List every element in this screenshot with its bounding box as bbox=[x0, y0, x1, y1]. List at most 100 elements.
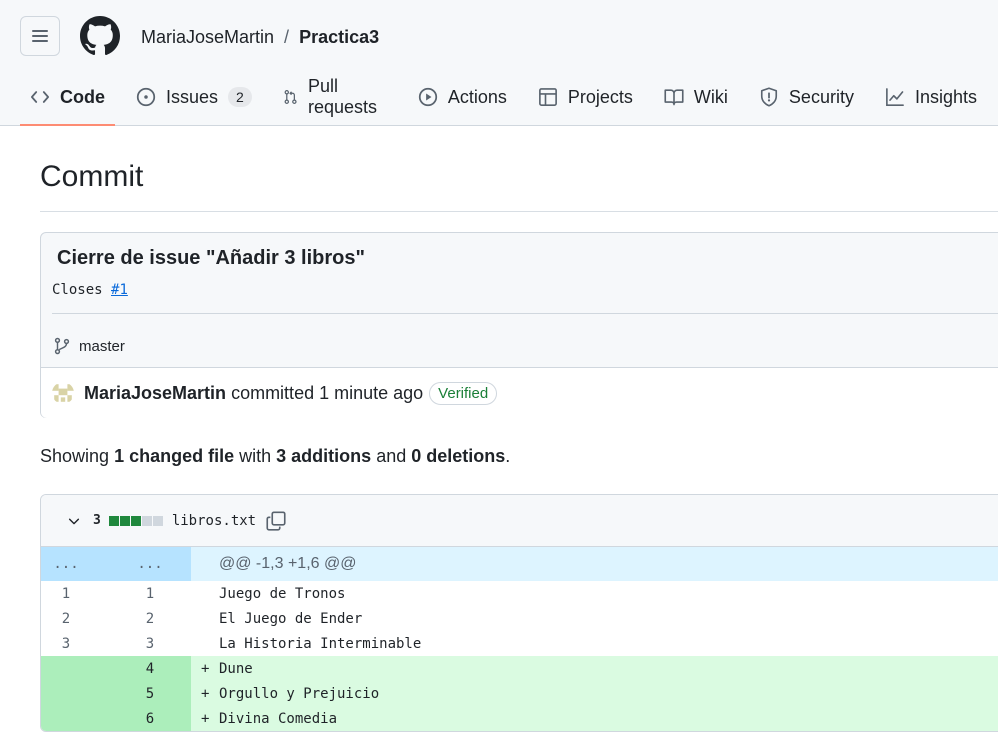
diff-line-row: 6 + Divina Comedia bbox=[41, 706, 998, 731]
diff-line-text: Divina Comedia bbox=[219, 710, 338, 727]
commit-action: committed bbox=[231, 382, 315, 403]
code-icon bbox=[31, 91, 49, 103]
branch-name[interactable]: master bbox=[79, 338, 125, 355]
title-divider bbox=[40, 211, 998, 212]
tab-pull-requests[interactable]: Pull requests bbox=[273, 76, 397, 118]
new-line-number[interactable]: 1 bbox=[91, 581, 191, 606]
tab-projects[interactable]: Projects bbox=[528, 76, 643, 118]
hamburger-menu-button[interactable] bbox=[20, 16, 60, 56]
diff-line-code: Juego de Tronos bbox=[191, 581, 998, 606]
issue-opened-icon bbox=[136, 87, 156, 107]
page-title: Commit bbox=[40, 160, 144, 193]
diff-line-text: El Juego de Ender bbox=[219, 610, 363, 627]
repo-header: MariaJoseMartin / Practica3 Code Issues … bbox=[0, 0, 998, 126]
summary-with: with bbox=[239, 446, 272, 466]
diff-line-code: + Dune bbox=[191, 656, 998, 681]
tab-code-label: Code bbox=[60, 86, 105, 107]
repo-nav-tabs: Code Issues 2 Pull requests Actions Proj… bbox=[20, 76, 998, 126]
breadcrumb: MariaJoseMartin / Practica3 bbox=[141, 26, 379, 48]
copy-icon[interactable] bbox=[266, 510, 286, 531]
shield-icon bbox=[760, 87, 777, 107]
hunk-expand-left[interactable]: ... bbox=[41, 547, 91, 581]
tab-insights-label: Insights bbox=[914, 86, 977, 107]
tab-projects-label: Projects bbox=[567, 86, 633, 107]
tab-actions[interactable]: Actions bbox=[408, 76, 517, 118]
old-line-number[interactable]: 2 bbox=[41, 606, 91, 631]
diff-line-text: Juego de Tronos bbox=[219, 585, 346, 602]
tab-wiki-label: Wiki bbox=[693, 86, 728, 107]
diffstat-block bbox=[130, 515, 141, 526]
commit-author-row: MariaJoseMartin committed 1 minute ago V… bbox=[41, 367, 998, 418]
new-line-number[interactable]: 4 bbox=[91, 656, 191, 681]
summary-and: and bbox=[376, 446, 407, 466]
commit-body-prefix: Closes bbox=[52, 282, 103, 298]
old-line-number[interactable] bbox=[41, 656, 91, 681]
new-line-number[interactable]: 5 bbox=[91, 681, 191, 706]
github-mark-icon[interactable] bbox=[80, 16, 120, 56]
diff-marker: + bbox=[201, 710, 210, 727]
tab-security-label: Security bbox=[788, 86, 854, 107]
diff-line-count: 3 bbox=[93, 513, 101, 528]
repo-name-link[interactable]: Practica3 bbox=[299, 27, 379, 48]
breadcrumb-separator: / bbox=[284, 26, 290, 47]
file-diff-header: 3 libros.txt bbox=[41, 495, 998, 547]
diffstat-block bbox=[152, 515, 163, 526]
old-line-number[interactable] bbox=[41, 706, 91, 731]
summary-changed-files: 1 changed file bbox=[114, 446, 235, 466]
git-branch-icon bbox=[54, 337, 70, 355]
old-line-number[interactable] bbox=[41, 681, 91, 706]
diff-lines: 1 1 Juego de Tronos 2 2 El Juego de Ender 3 3 La… bbox=[41, 581, 998, 731]
new-line-number[interactable]: 2 bbox=[91, 606, 191, 631]
diffstat-block bbox=[119, 515, 130, 526]
hunk-header: @@ -1,3 +1,6 @@ bbox=[191, 547, 998, 581]
summary-additions: 3 additions bbox=[276, 446, 372, 466]
old-line-number[interactable]: 1 bbox=[41, 581, 91, 606]
avatar[interactable] bbox=[52, 382, 74, 404]
old-line-number[interactable]: 3 bbox=[41, 631, 91, 656]
diff-line-code: + Orgullo y Prejuicio bbox=[191, 681, 998, 706]
issue-link[interactable]: #1 bbox=[111, 282, 128, 298]
diffstat-bar bbox=[108, 515, 164, 526]
tab-actions-label: Actions bbox=[447, 86, 507, 107]
diff-line-row: 1 1 Juego de Tronos bbox=[41, 581, 998, 606]
diff-line-row: 5 + Orgullo y Prejuicio bbox=[41, 681, 998, 706]
summary-showing: Showing bbox=[40, 446, 110, 466]
tab-issues[interactable]: Issues 2 bbox=[126, 76, 262, 118]
issues-counter: 2 bbox=[228, 87, 252, 107]
new-line-number[interactable]: 6 bbox=[91, 706, 191, 731]
tab-insights[interactable]: Insights bbox=[875, 76, 987, 118]
three-bars-icon bbox=[32, 30, 48, 42]
git-pull-request-icon bbox=[284, 90, 297, 104]
tab-code[interactable]: Code bbox=[20, 76, 115, 126]
hunk-expand-right[interactable]: ... bbox=[91, 547, 191, 581]
repo-owner-link[interactable]: MariaJoseMartin bbox=[141, 27, 274, 48]
commit-time[interactable]: 1 minute ago bbox=[319, 383, 423, 404]
commit-message: Cierre de issue "Añadir 3 libros" bbox=[57, 247, 365, 269]
graph-icon bbox=[886, 88, 904, 106]
tab-wiki[interactable]: Wiki bbox=[654, 76, 738, 118]
play-icon bbox=[418, 87, 437, 107]
diff-line-text: La Historia Interminable bbox=[219, 635, 422, 652]
table-icon bbox=[538, 88, 557, 106]
commit-author[interactable]: MariaJoseMartin bbox=[84, 383, 226, 404]
diff-line-text: Orgullo y Prejuicio bbox=[219, 685, 380, 702]
tab-security[interactable]: Security bbox=[749, 76, 864, 118]
diff-filename[interactable]: libros.txt bbox=[172, 513, 256, 529]
commit-description: Closes #1 bbox=[52, 282, 128, 298]
book-icon bbox=[664, 89, 684, 106]
diffstat-block bbox=[108, 515, 119, 526]
file-diff: 3 libros.txt ... ... @@ -1,3 +1,6 @@ 11 J… bbox=[40, 494, 998, 732]
hunk-header-row: ... ... @@ -1,3 +1,6 @@ bbox=[41, 547, 998, 581]
verified-badge[interactable]: Verified bbox=[429, 381, 498, 405]
summary-end: . bbox=[505, 446, 511, 466]
diff-line-code: La Historia Interminable bbox=[191, 631, 998, 656]
commit-box-divider bbox=[52, 313, 998, 314]
summary-deletions: 0 deletions bbox=[411, 446, 506, 466]
commit-info-box: Cierre de issue "Añadir 3 libros" Closes… bbox=[40, 232, 998, 418]
branch-info: master bbox=[53, 337, 125, 355]
diff-line-code: El Juego de Ender bbox=[191, 606, 998, 631]
diffstat-block bbox=[141, 515, 152, 526]
diff-marker: + bbox=[201, 660, 210, 677]
chevron-down-icon[interactable] bbox=[67, 514, 81, 528]
new-line-number[interactable]: 3 bbox=[91, 631, 191, 656]
